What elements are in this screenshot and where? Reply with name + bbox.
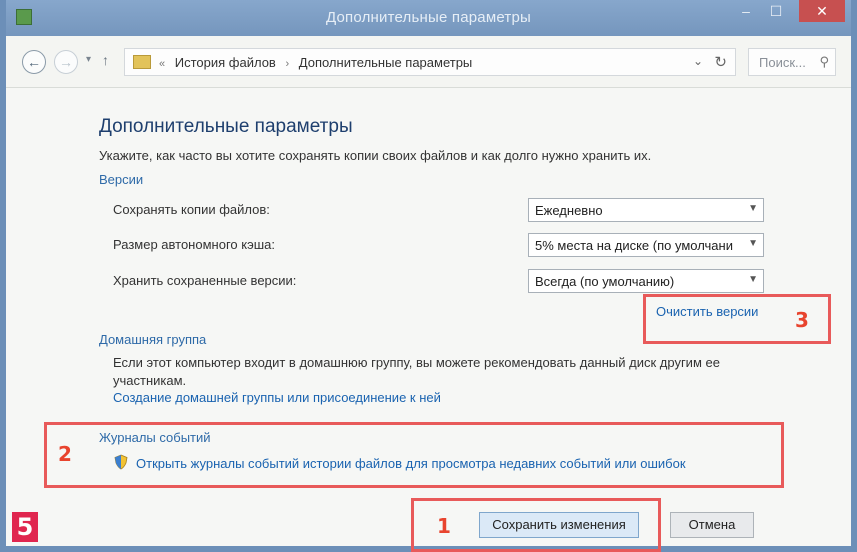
breadcrumb-separator-icon: ›	[285, 58, 290, 70]
chevron-down-icon: ▼	[746, 238, 758, 249]
breadcrumb: « История файлов › Дополнительные параме…	[159, 55, 478, 70]
title-bar: Дополнительные параметры – ☐ ✕	[6, 0, 851, 36]
search-icon[interactable]: ⚲	[819, 54, 829, 70]
window-title: Дополнительные параметры	[325, 9, 531, 26]
page-title: Дополнительные параметры	[99, 116, 353, 137]
settings-window: Дополнительные параметры – ☐ ✕ ← → ▾ ↑ «…	[0, 0, 857, 552]
offline-cache-label: Размер автономного кэша:	[113, 237, 275, 252]
recent-locations-chevron-icon[interactable]: ▾	[86, 54, 91, 65]
breadcrumb-item-file-history[interactable]: История файлов	[175, 55, 276, 70]
page-description: Укажите, как часто вы хотите сохранять к…	[99, 148, 652, 163]
chevron-down-icon: ▼	[746, 203, 758, 214]
keep-versions-value: Всегда (по умолчанию)	[535, 274, 675, 289]
homegroup-link[interactable]: Создание домашней группы или присоединен…	[113, 390, 441, 405]
annotation-box-2	[44, 422, 784, 488]
cancel-button[interactable]: Отмена	[670, 512, 754, 538]
homegroup-header: Домашняя группа	[99, 332, 207, 347]
versions-header: Версии	[99, 172, 144, 187]
close-button[interactable]: ✕	[799, 0, 845, 22]
save-copies-value: Ежедневно	[535, 203, 603, 218]
refresh-icon[interactable]: ↻	[714, 53, 727, 71]
step-badge: 5	[12, 512, 38, 542]
homegroup-text: Если этот компьютер входит в домашнюю гр…	[113, 355, 720, 388]
save-changes-button[interactable]: Сохранить изменения	[479, 512, 639, 538]
annotation-number-3: 3	[795, 308, 809, 332]
address-bar[interactable]: « История файлов › Дополнительные параме…	[124, 48, 736, 76]
search-box[interactable]: Поиск... ⚲	[748, 48, 836, 76]
annotation-number-1: 1	[437, 514, 451, 538]
chevron-down-icon: ▼	[746, 274, 758, 285]
save-copies-label: Сохранять копии файлов:	[113, 202, 270, 217]
breadcrumb-item-advanced-settings[interactable]: Дополнительные параметры	[299, 55, 473, 70]
maximize-button[interactable]: ☐	[761, 0, 791, 22]
main-content: Дополнительные параметры Укажите, как ча…	[6, 88, 851, 552]
save-copies-select[interactable]: Ежедневно ▼	[528, 198, 764, 222]
annotation-number-2: 2	[58, 442, 72, 466]
address-dropdown-icon[interactable]: ⌄	[693, 54, 703, 68]
navigation-bar: ← → ▾ ↑ « История файлов › Дополнительны…	[6, 36, 851, 88]
breadcrumb-overflow[interactable]: «	[159, 58, 165, 70]
offline-cache-select[interactable]: 5% места на диске (по умолчани ▼	[528, 233, 764, 257]
keep-versions-label: Хранить сохраненные версии:	[113, 273, 297, 288]
back-button[interactable]: ←	[22, 50, 46, 74]
minimize-button[interactable]: –	[731, 0, 761, 22]
offline-cache-value: 5% места на диске (по умолчани	[535, 238, 733, 253]
folder-icon	[133, 55, 151, 69]
search-input[interactable]: Поиск...	[759, 55, 806, 70]
forward-button[interactable]: →	[54, 50, 78, 74]
keep-versions-select[interactable]: Всегда (по умолчанию) ▼	[528, 269, 764, 293]
up-arrow-icon[interactable]: ↑	[102, 52, 109, 68]
